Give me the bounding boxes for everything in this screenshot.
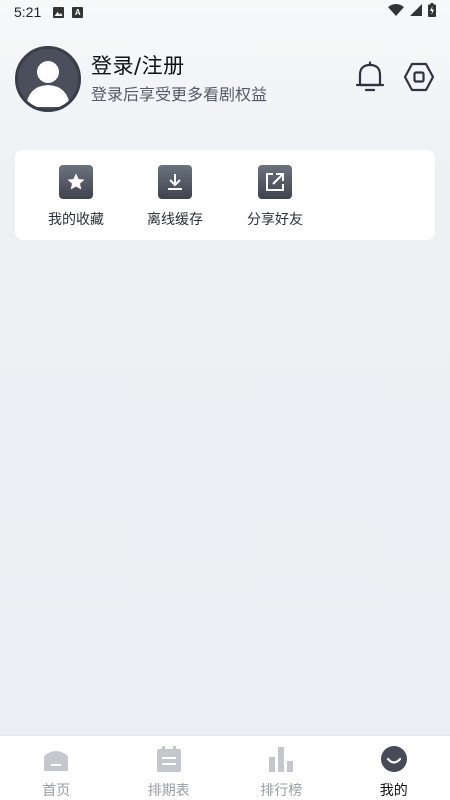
download-icon xyxy=(158,165,192,199)
nav-label: 排期表 xyxy=(147,783,190,799)
user-avatar-icon[interactable] xyxy=(15,46,81,112)
nav-label: 排行榜 xyxy=(260,783,303,799)
status-right-icons xyxy=(388,3,436,21)
quick-action-offline-cache[interactable]: 离线缓存 xyxy=(125,165,225,229)
share-icon xyxy=(258,165,292,199)
image-icon xyxy=(53,6,65,18)
nav-item-ranking[interactable]: 排行榜 xyxy=(225,736,338,800)
profile-header[interactable]: 登录/注册 登录后享受更多看剧权益 xyxy=(15,46,267,112)
profile-icon xyxy=(379,744,409,774)
login-register-title[interactable]: 登录/注册 xyxy=(91,53,267,79)
a-letter-icon: A xyxy=(72,6,84,18)
nav-item-profile[interactable]: 我的 xyxy=(338,736,450,800)
quick-action-label: 分享好友 xyxy=(247,212,303,228)
page-background xyxy=(0,0,450,800)
quick-actions-card: 我的收藏 离线缓存 分享好友 xyxy=(15,150,435,240)
quick-action-label: 我的收藏 xyxy=(48,212,104,228)
login-subtitle: 登录后享受更多看剧权益 xyxy=(91,85,268,104)
status-time: 5:21 xyxy=(14,4,42,20)
quick-action-favorites[interactable]: 我的收藏 xyxy=(26,165,126,229)
settings-hexagon-icon[interactable] xyxy=(402,60,436,94)
a-letter-glyph: A xyxy=(74,7,81,17)
home-icon xyxy=(41,744,71,774)
schedule-icon xyxy=(154,744,184,774)
nav-item-home[interactable]: 首页 xyxy=(0,736,113,800)
ranking-icon xyxy=(266,744,296,774)
quick-action-label: 离线缓存 xyxy=(147,212,203,228)
star-icon xyxy=(59,165,93,199)
status-bar: 5:21 A xyxy=(0,0,450,24)
battery-icon xyxy=(428,3,436,21)
wifi-icon xyxy=(388,4,404,20)
nav-item-schedule[interactable]: 排期表 xyxy=(113,736,226,800)
nav-label: 首页 xyxy=(42,783,71,799)
bell-icon[interactable] xyxy=(353,60,387,94)
profile-text: 登录/注册 登录后享受更多看剧权益 xyxy=(91,53,267,105)
bottom-navigation: 首页 排期表 排行榜 我的 xyxy=(0,735,450,800)
quick-action-share[interactable]: 分享好友 xyxy=(225,165,325,229)
nav-label: 我的 xyxy=(379,783,408,799)
signal-icon xyxy=(410,4,422,20)
